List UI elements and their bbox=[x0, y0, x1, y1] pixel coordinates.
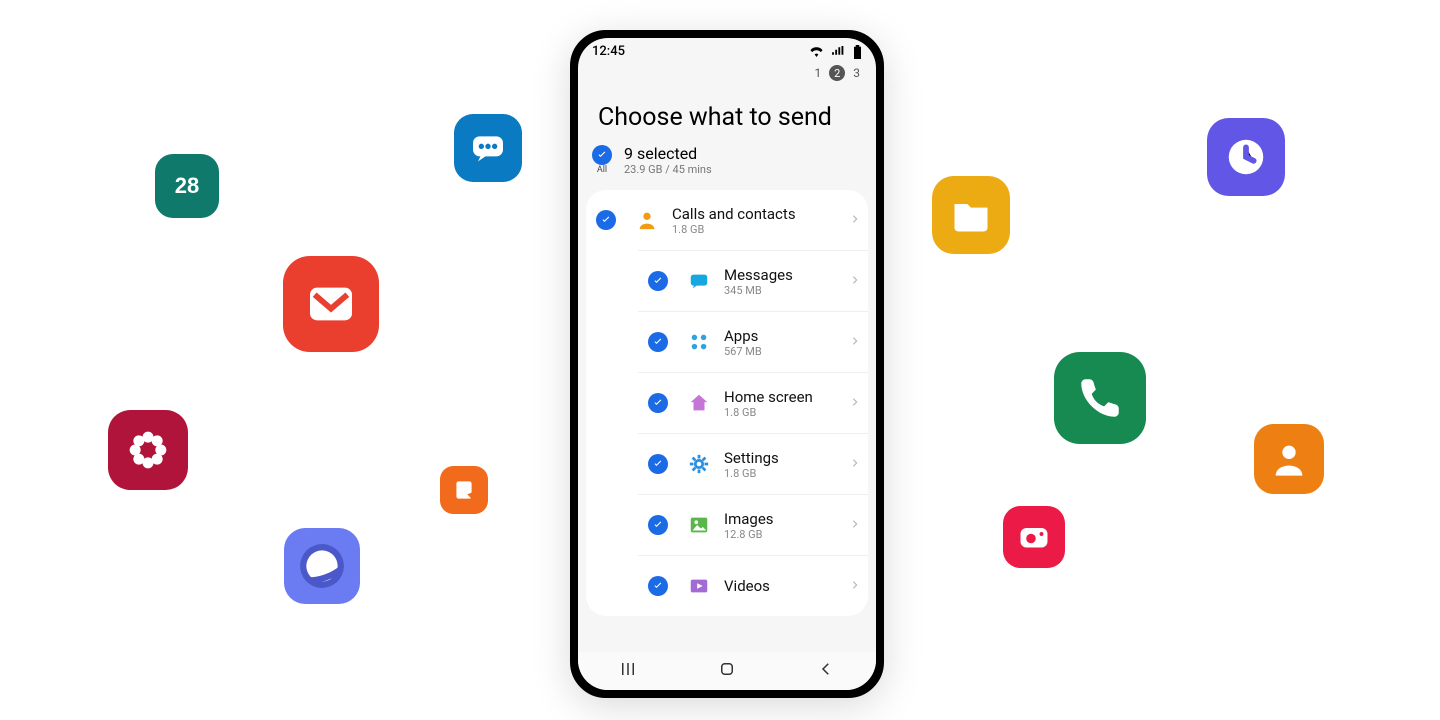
chevron-right-icon bbox=[850, 272, 860, 291]
row-title: Settings bbox=[724, 449, 850, 467]
camera-icon bbox=[1003, 506, 1065, 568]
page-title: Choose what to send bbox=[578, 85, 876, 144]
android-nav-bar bbox=[578, 652, 876, 690]
row-check-icon[interactable] bbox=[596, 210, 616, 230]
category-row-contact[interactable]: Calls and contacts 1.8 GB bbox=[586, 190, 868, 250]
row-size: 12.8 GB bbox=[724, 528, 850, 541]
category-row-messages[interactable]: Messages 345 MB bbox=[638, 250, 868, 311]
row-title: Apps bbox=[724, 327, 850, 345]
row-check-icon[interactable] bbox=[648, 271, 668, 291]
apps-icon bbox=[686, 329, 712, 355]
wifi-icon bbox=[809, 46, 824, 57]
chevron-right-icon bbox=[850, 516, 860, 535]
row-check-icon[interactable] bbox=[648, 454, 668, 474]
row-title: Videos bbox=[724, 577, 850, 595]
selected-detail: 23.9 GB / 45 mins bbox=[624, 163, 712, 176]
battery-icon bbox=[853, 45, 862, 59]
row-title: Images bbox=[724, 510, 850, 528]
category-list: Calls and contacts 1.8 GB Messages 345 M… bbox=[586, 190, 868, 616]
contact-icon bbox=[634, 207, 660, 233]
contacts-bubble-icon bbox=[1254, 424, 1324, 494]
chevron-right-icon bbox=[850, 394, 860, 413]
row-size: 567 MB bbox=[724, 345, 850, 358]
select-all-button[interactable]: All bbox=[592, 145, 612, 175]
notes-icon bbox=[440, 466, 488, 514]
phone-icon bbox=[1054, 352, 1146, 444]
all-label: All bbox=[597, 165, 607, 175]
selection-summary: All 9 selected 23.9 GB / 45 mins bbox=[578, 144, 876, 190]
back-button[interactable] bbox=[817, 660, 835, 683]
row-check-icon[interactable] bbox=[648, 515, 668, 535]
row-check-icon[interactable] bbox=[648, 393, 668, 413]
category-row-apps[interactable]: Apps 567 MB bbox=[638, 311, 868, 372]
gallery-icon bbox=[108, 410, 188, 490]
wizard-stepper: 1 2 3 bbox=[578, 61, 876, 85]
settings-icon bbox=[686, 451, 712, 477]
chevron-right-icon bbox=[850, 211, 860, 230]
mail-icon bbox=[283, 256, 379, 352]
home-icon bbox=[686, 390, 712, 416]
status-icons bbox=[805, 44, 862, 59]
category-row-settings[interactable]: Settings 1.8 GB bbox=[638, 433, 868, 494]
selected-count: 9 selected bbox=[624, 144, 712, 163]
step-3[interactable]: 3 bbox=[853, 66, 860, 80]
row-size: 1.8 GB bbox=[724, 467, 850, 480]
row-title: Calls and contacts bbox=[672, 205, 850, 223]
status-bar: 12:45 bbox=[578, 38, 876, 61]
videos-icon bbox=[686, 573, 712, 599]
messages-icon bbox=[686, 268, 712, 294]
chevron-right-icon bbox=[850, 455, 860, 474]
phone-device: 12:45 1 2 3 Choose what to send Al bbox=[570, 30, 884, 698]
category-row-images[interactable]: Images 12.8 GB bbox=[638, 494, 868, 555]
row-size: 1.8 GB bbox=[672, 223, 850, 236]
step-1[interactable]: 1 bbox=[815, 66, 822, 80]
status-time: 12:45 bbox=[592, 44, 625, 59]
calendar-icon: 28 bbox=[155, 154, 219, 218]
row-title: Home screen bbox=[724, 388, 850, 406]
files-icon bbox=[932, 176, 1010, 254]
row-size: 345 MB bbox=[724, 284, 850, 297]
images-icon bbox=[686, 512, 712, 538]
chevron-right-icon bbox=[850, 577, 860, 596]
category-row-home[interactable]: Home screen 1.8 GB bbox=[638, 372, 868, 433]
signal-icon bbox=[831, 46, 846, 57]
category-row-videos[interactable]: Videos bbox=[638, 555, 868, 616]
home-button[interactable] bbox=[718, 660, 736, 683]
clock-icon bbox=[1207, 118, 1285, 196]
step-2-current[interactable]: 2 bbox=[829, 65, 845, 81]
chevron-right-icon bbox=[850, 333, 860, 352]
browser-icon bbox=[284, 528, 360, 604]
row-size: 1.8 GB bbox=[724, 406, 850, 419]
canvas: 28 12:45 1 2 3 Choose what to send bbox=[0, 0, 1440, 720]
check-icon bbox=[592, 145, 612, 165]
row-check-icon[interactable] bbox=[648, 576, 668, 596]
recents-button[interactable] bbox=[619, 660, 637, 683]
phone-screen: 12:45 1 2 3 Choose what to send Al bbox=[578, 38, 876, 690]
row-check-icon[interactable] bbox=[648, 332, 668, 352]
row-title: Messages bbox=[724, 266, 850, 284]
chat-icon bbox=[454, 114, 522, 182]
